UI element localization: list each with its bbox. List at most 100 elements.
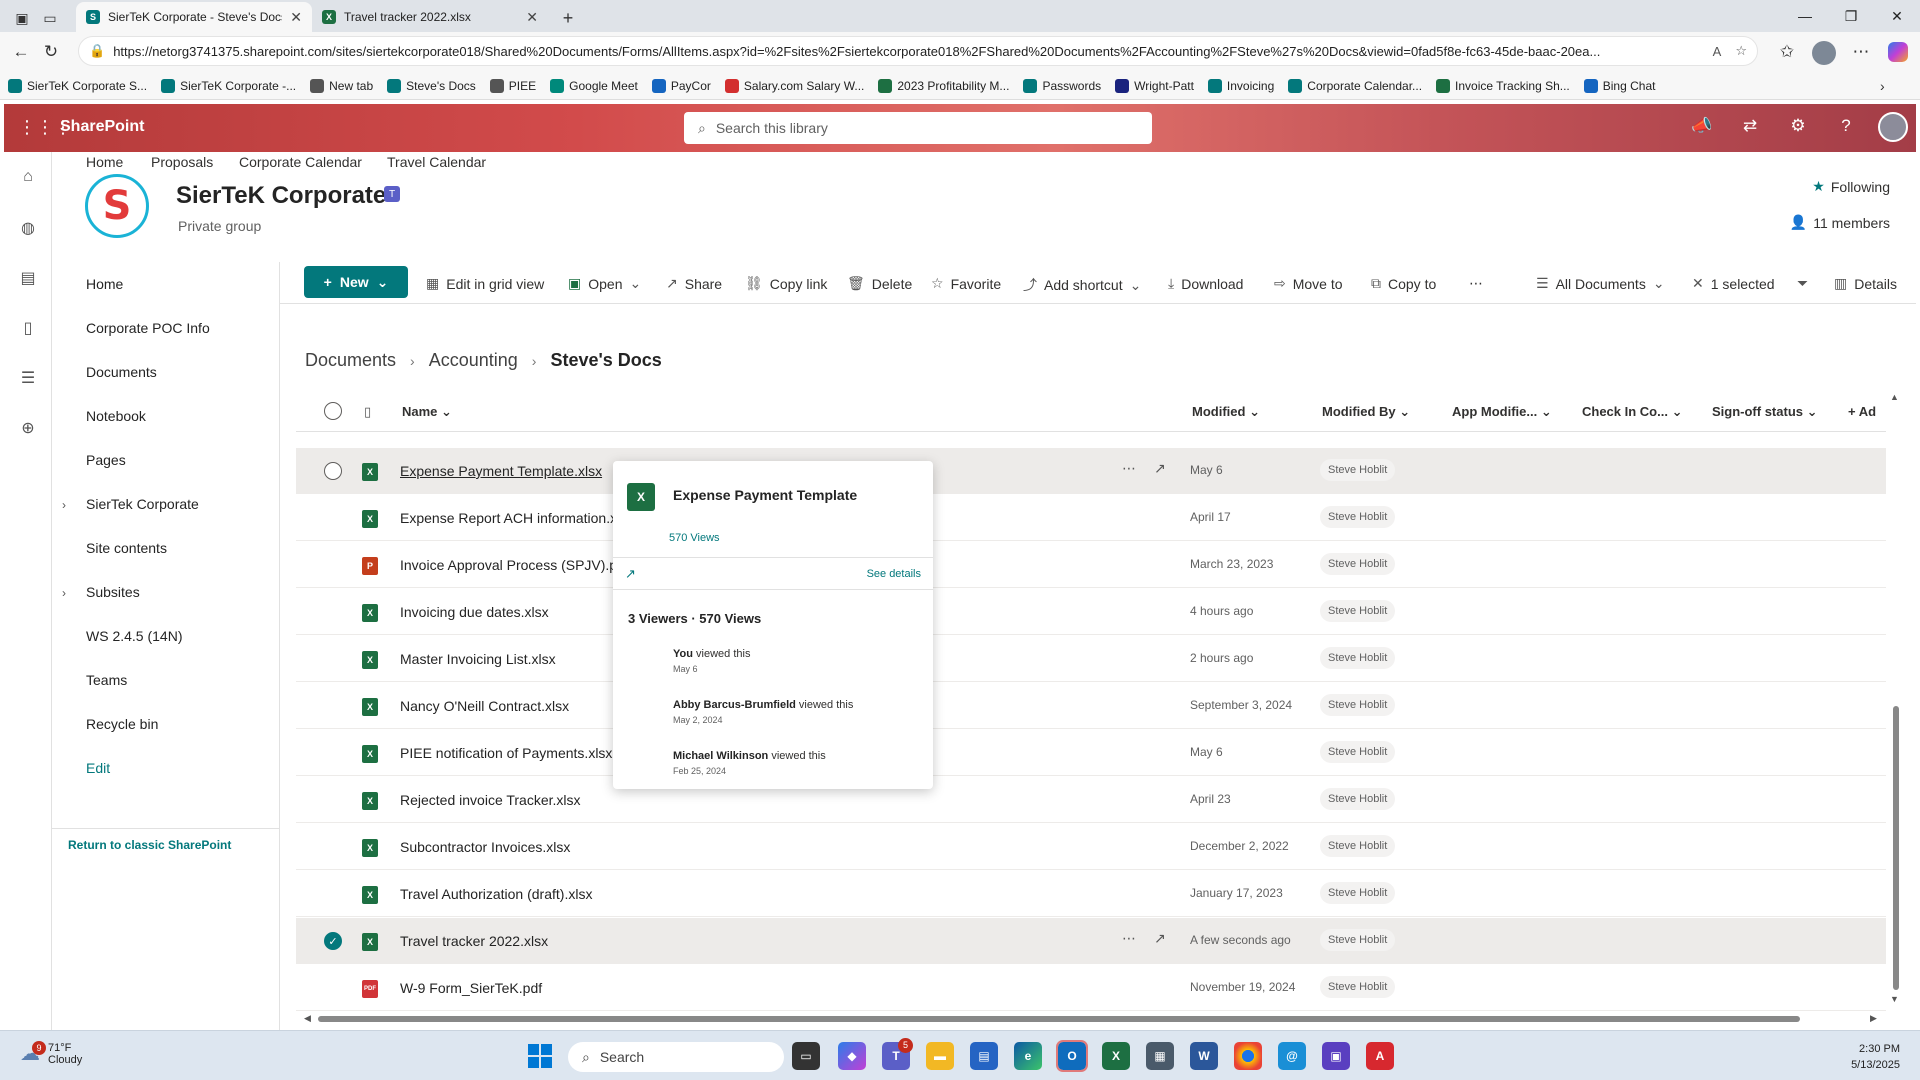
globe-icon[interactable]: ◍ [18, 218, 38, 238]
table-row[interactable]: X Expense Payment Template.xlsx ⋯ ↗ May 6 Ste… [296, 448, 1886, 494]
bookmark-item[interactable]: Salary.com Salary W... [724, 78, 864, 93]
see-details-link[interactable]: See details [867, 568, 921, 580]
close-tab-icon[interactable]: ✕ [526, 9, 538, 26]
bookmark-item[interactable]: New tab [310, 78, 373, 93]
view-switcher[interactable]: ☰ All Documents ⌄ [1536, 275, 1665, 292]
browser-tab-active[interactable]: S SierTeK Corporate - Steve's Docs ✕ [76, 2, 312, 32]
modified-by-persona[interactable]: Steve Hoblit [1320, 882, 1396, 904]
new-tab-icon[interactable]: + [554, 4, 582, 32]
copilot-app-icon[interactable]: ◆ [838, 1042, 866, 1070]
edge-icon[interactable]: e [1014, 1042, 1042, 1070]
file-name-link[interactable]: Master Invoicing List.xlsx [400, 651, 556, 667]
scroll-up-icon[interactable]: ▲ [1890, 392, 1899, 402]
table-row[interactable]: X Expense Report ACH information.xlsx Apri… [296, 495, 1886, 541]
bookmark-item[interactable]: PayCor [651, 78, 711, 93]
bookmark-item[interactable]: Wright-Patt [1115, 78, 1194, 93]
leftnav-home[interactable]: Home [86, 276, 123, 292]
horizontal-scroll-thumb[interactable] [318, 1016, 1800, 1022]
file-name-link[interactable]: PIEE notification of Payments.xlsx [400, 745, 612, 761]
filter-icon[interactable]: ⏷ [1797, 275, 1808, 292]
copy-link-button[interactable]: ⛓ Copy link [745, 275, 827, 292]
return-to-classic-link[interactable]: Return to classic SharePoint [68, 838, 231, 852]
search-input[interactable]: ⌕ Search this library [684, 112, 1152, 144]
modified-by-persona[interactable]: Steve Hoblit [1320, 741, 1396, 763]
profile-avatar[interactable] [1812, 41, 1836, 65]
leftnav-corporate-poc-info[interactable]: Corporate POC Info [86, 320, 210, 336]
vertical-scroll-thumb[interactable] [1893, 706, 1899, 990]
close-window-icon[interactable]: ✕ [1874, 0, 1920, 32]
favorite-button[interactable]: ☆ Favorite [931, 275, 1001, 292]
scroll-left-icon[interactable]: ◀ [304, 1013, 311, 1024]
chevron-right-icon[interactable]: › [62, 498, 66, 512]
megaphone-icon[interactable]: 📣 [1690, 116, 1714, 136]
new-button[interactable]: + New ⌄ [304, 266, 408, 298]
browser-tab[interactable]: X Travel tracker 2022.xlsx ✕ [312, 2, 548, 32]
details-button[interactable]: ▥ Details [1834, 275, 1897, 292]
teams-icon[interactable]: T [384, 186, 400, 202]
share-icon[interactable]: ↗ [1154, 460, 1166, 477]
create-icon[interactable]: ⊕ [18, 418, 38, 438]
scroll-right-icon[interactable]: ▶ [1870, 1013, 1877, 1024]
leftnav-documents[interactable]: Documents [86, 364, 157, 380]
edit-grid-view-button[interactable]: ▦ Edit in grid view [426, 275, 544, 292]
news-icon[interactable]: ▤ [18, 268, 38, 288]
clear-selection-button[interactable]: ✕ 1 selected [1692, 275, 1775, 292]
share-button[interactable]: ↗ Share [666, 275, 722, 292]
bookmark-item[interactable]: SierTeK Corporate S... [8, 78, 147, 93]
modified-by-persona[interactable]: Steve Hoblit [1320, 835, 1396, 857]
chrome-icon[interactable] [1234, 1042, 1262, 1070]
modified-by-persona[interactable]: Steve Hoblit [1320, 506, 1396, 528]
add-shortcut-button[interactable]: ⤴ Add shortcut ⌄ [1023, 275, 1141, 295]
word-icon[interactable]: W [1190, 1042, 1218, 1070]
more-actions-icon[interactable]: ⋯ [1122, 930, 1136, 947]
table-row[interactable]: X Subcontractor Invoices.xlsx December 2, … [296, 824, 1886, 870]
share-icon[interactable]: ↗ [625, 566, 636, 582]
file-name-link[interactable]: Invoice Approval Process (SPJV).pptx [400, 557, 636, 573]
more-commands-icon[interactable]: ⋯ [1469, 275, 1483, 292]
restore-icon[interactable]: ❐ [1828, 0, 1874, 32]
share-icon[interactable]: ↗ [1154, 930, 1166, 947]
read-aloud-icon[interactable]: A [1713, 44, 1722, 59]
copy-to-button[interactable]: ⧉ Copy to [1371, 275, 1436, 292]
bookmark-item[interactable]: Passwords [1023, 78, 1101, 93]
taskbar-clock[interactable]: 2:30 PM 5/13/2025 [1851, 1041, 1900, 1073]
lists-icon[interactable]: ☰ [18, 368, 38, 388]
favorites-icon[interactable]: ✩ [1772, 37, 1802, 67]
site-logo[interactable]: S [85, 174, 149, 238]
bookmarks-overflow-icon[interactable]: › [1880, 78, 1885, 94]
column-app-modified[interactable]: App Modifie... ⌄ [1452, 404, 1552, 420]
table-row[interactable]: ✓ X Travel tracker 2022.xlsx ⋯ ↗ A few second… [296, 918, 1886, 964]
select-all-checkbox[interactable] [324, 402, 342, 420]
more-actions-icon[interactable]: ⋯ [1122, 460, 1136, 477]
table-row[interactable]: X Invoicing due dates.xlsx 4 hours ago Stev… [296, 589, 1886, 635]
modified-by-persona[interactable]: Steve Hoblit [1320, 929, 1396, 951]
column-check-in[interactable]: Check In Co... ⌄ [1582, 404, 1683, 420]
home-icon[interactable]: ⌂ [18, 168, 38, 188]
row-checkbox-checked[interactable]: ✓ [324, 932, 342, 950]
leftnav-pages[interactable]: Pages [86, 452, 126, 468]
breadcrumb-documents[interactable]: Documents [305, 350, 396, 371]
file-name-link[interactable]: Expense Report ACH information.xlsx [400, 510, 634, 526]
leftnav-notebook[interactable]: Notebook [86, 408, 146, 424]
topnav-home[interactable]: Home [86, 154, 123, 170]
bookmark-item[interactable]: Bing Chat [1583, 78, 1655, 93]
outlook-icon[interactable]: O [1056, 1040, 1088, 1072]
file-name-link[interactable]: Travel tracker 2022.xlsx [400, 933, 548, 949]
hovercard-title[interactable]: Expense Payment Template [673, 487, 857, 503]
topnav-proposals[interactable]: Proposals [151, 154, 213, 170]
file-name-link[interactable]: Rejected invoice Tracker.xlsx [400, 792, 581, 808]
modified-by-persona[interactable]: Steve Hoblit [1320, 553, 1396, 575]
column-name[interactable]: Name ⌄ [402, 404, 452, 420]
weather-widget[interactable]: ☁ 9 71°F Cloudy [20, 1041, 82, 1066]
modified-by-persona[interactable]: Steve Hoblit [1320, 976, 1396, 998]
bookmark-item[interactable]: Corporate Calendar... [1288, 78, 1422, 93]
table-row[interactable]: P Invoice Approval Process (SPJV).pptx Mar… [296, 542, 1886, 588]
feedback-icon[interactable]: ⇄ [1738, 116, 1762, 136]
delete-button[interactable]: 🗑 Delete [847, 275, 912, 292]
calculator-icon[interactable]: ▦ [1146, 1042, 1174, 1070]
file-name-link[interactable]: Expense Payment Template.xlsx [400, 463, 602, 479]
members-button[interactable]: 👤 11 members [1790, 214, 1890, 231]
download-button[interactable]: ⤓ Download [1168, 275, 1243, 292]
sharepoint-brand[interactable]: SharePoint [60, 118, 144, 136]
app-purple-icon[interactable]: ▣ [1322, 1042, 1350, 1070]
